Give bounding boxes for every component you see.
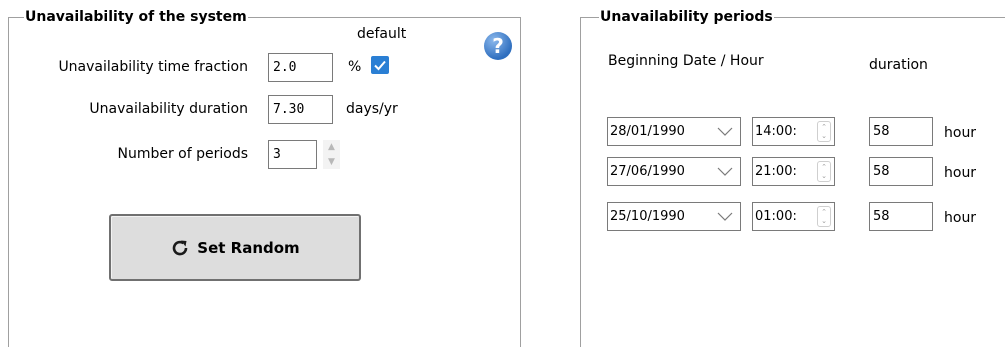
period-time-input[interactable]: 14:00: ⌃ ⌄ <box>752 117 835 146</box>
default-checkbox[interactable] <box>371 56 389 74</box>
period-duration-unit: hour <box>944 210 977 226</box>
period-time-input[interactable]: 01:00: ⌃ ⌄ <box>752 202 835 231</box>
chevron-down-icon[interactable] <box>716 203 734 230</box>
stepper-up-icon[interactable]: ▲ <box>323 140 340 154</box>
period-duration-input[interactable]: 58 <box>869 202 933 231</box>
time-stepper[interactable]: ⌃ ⌄ <box>817 206 831 227</box>
col-duration-label: duration <box>869 57 928 73</box>
fraction-label: Unavailability time fraction <box>58 59 248 75</box>
default-label: default <box>357 26 407 42</box>
periods-input[interactable]: 3 <box>268 140 317 169</box>
period-date-picker[interactable]: 27/06/1990 <box>607 157 741 186</box>
stepper-down-icon[interactable]: ▼ <box>323 155 340 169</box>
duration-input[interactable]: 7.30 <box>268 95 333 124</box>
set-random-button[interactable]: Set Random <box>109 214 361 281</box>
chevron-down-icon[interactable] <box>716 158 734 185</box>
help-icon[interactable]: ? <box>484 32 512 60</box>
periods-stepper[interactable]: ▲ ▼ <box>323 140 340 169</box>
period-date-value: 28/01/1990 <box>610 124 685 139</box>
period-duration-input[interactable]: 58 <box>869 117 933 146</box>
periods-label: Number of periods <box>117 146 248 162</box>
checkmark-icon <box>374 60 386 71</box>
period-date-picker[interactable]: 28/01/1990 <box>607 117 741 146</box>
fraction-unit: % <box>348 59 362 75</box>
period-date-picker[interactable]: 25/10/1990 <box>607 202 741 231</box>
period-duration-input[interactable]: 58 <box>869 157 933 186</box>
period-date-value: 27/06/1990 <box>610 164 685 179</box>
period-duration-unit: hour <box>944 125 977 141</box>
duration-unit: days/yr <box>346 101 398 117</box>
time-stepper[interactable]: ⌃ ⌄ <box>817 161 831 182</box>
period-time-value: 21:00: <box>755 164 797 179</box>
periods-group-title: Unavailability periods <box>599 8 774 26</box>
period-time-value: 01:00: <box>755 209 797 224</box>
fraction-input[interactable]: 2.0 <box>268 53 333 82</box>
period-time-value: 14:00: <box>755 124 797 139</box>
refresh-icon <box>173 240 188 255</box>
duration-label: Unavailability duration <box>89 101 248 117</box>
chevron-down-icon[interactable] <box>716 118 734 145</box>
period-date-value: 25/10/1990 <box>610 209 685 224</box>
period-time-input[interactable]: 21:00: ⌃ ⌄ <box>752 157 835 186</box>
system-group-title: Unavailability of the system <box>24 8 248 26</box>
period-duration-unit: hour <box>944 165 977 181</box>
col-begin-label: Beginning Date / Hour <box>608 53 764 69</box>
set-random-label: Set Random <box>197 238 300 257</box>
time-stepper[interactable]: ⌃ ⌄ <box>817 121 831 142</box>
